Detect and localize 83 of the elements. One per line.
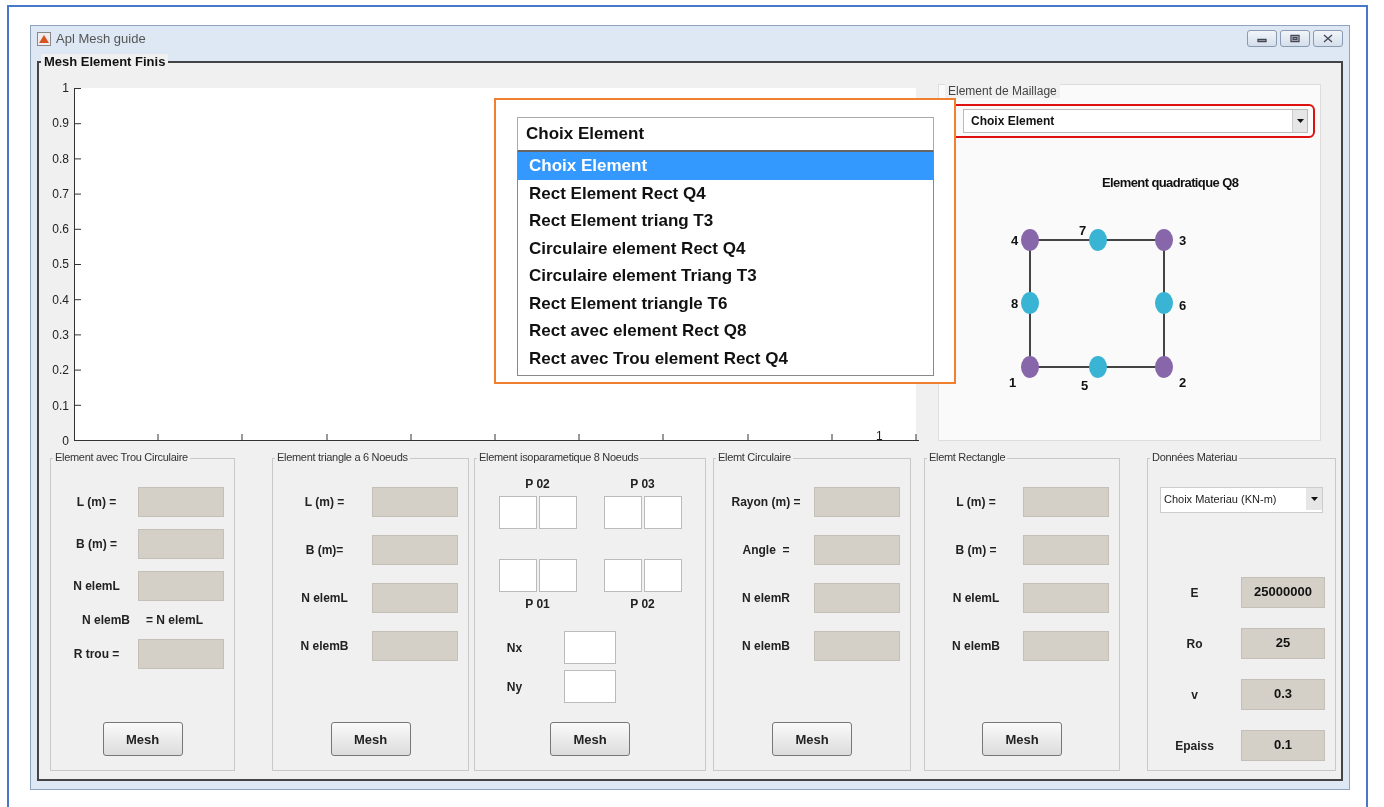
input-field[interactable]	[564, 631, 616, 664]
y-tick-label: 1	[61, 81, 69, 95]
mesh-button[interactable]: Mesh	[772, 722, 852, 756]
y-tick-label: 0.9	[51, 116, 69, 131]
field-label: N elemB	[741, 639, 791, 653]
field-label: N elemB	[81, 613, 130, 627]
point-label: P 02	[630, 597, 655, 611]
input-field[interactable]	[538, 559, 577, 592]
field-label: N elemB	[299, 639, 350, 653]
y-tick-label: 0.7	[51, 186, 69, 201]
app-icon	[37, 31, 51, 46]
field-label: B (m) =	[954, 543, 998, 557]
mesh-button[interactable]: Mesh	[550, 722, 630, 756]
window-title: Apl Mesh guide	[56, 31, 146, 46]
input-field[interactable]	[603, 496, 642, 529]
field-label: N elemB	[951, 639, 1001, 653]
y-tick-label: 0.2	[51, 363, 69, 378]
close-button[interactable]	[1313, 30, 1343, 47]
field-label: N elemL	[72, 579, 121, 593]
caret-icon	[1296, 119, 1304, 123]
y-tick-label: 0.8	[51, 151, 69, 166]
dropdown-option[interactable]: Circulaire element Rect Q4	[518, 234, 933, 262]
panel-title: Element triangle a 6 Noeuds	[275, 451, 410, 463]
panel-title: Elemt Rectangle	[927, 451, 1008, 463]
mesh-button[interactable]: Mesh	[330, 722, 411, 756]
field-label: Rayon (m) =	[730, 495, 802, 509]
y-tick-label: 0.3	[51, 328, 69, 343]
field-label: v	[1190, 687, 1199, 702]
point-label: P 02	[525, 477, 550, 491]
relation-text: = N elemL	[146, 613, 204, 627]
dropdown-option[interactable]: Circulaire element Triang T3	[518, 262, 933, 290]
field-label: Nx	[505, 640, 524, 655]
panel-title: Element de Maillage	[945, 84, 1060, 98]
minimize-button[interactable]	[1247, 30, 1277, 47]
input-field[interactable]	[538, 496, 577, 529]
y-tick-label: 0.5	[51, 257, 69, 272]
element-dropdown[interactable]: Choix Element	[963, 109, 1308, 133]
input-field[interactable]	[498, 559, 537, 592]
dropdown-option[interactable]: Rect Element Rect Q4	[518, 179, 933, 207]
field-label: R trou =	[72, 647, 121, 661]
mesh-button[interactable]: Mesh	[102, 722, 183, 756]
panel-title: Element avec Trou Circulaire	[53, 451, 190, 463]
diagram-title: Element quadratique Q8	[1102, 175, 1239, 190]
field-label: B (m)=	[304, 543, 345, 557]
input-field[interactable]	[603, 559, 642, 592]
input-field[interactable]	[498, 496, 537, 529]
mesh-button[interactable]: Mesh	[982, 722, 1062, 756]
panel-title: Element isoparametique 8 Noeuds	[477, 451, 641, 463]
close-icon	[1322, 34, 1334, 43]
element-diagram: 4 7 3 8 6 1 5 2	[1009, 223, 1187, 393]
maximize-button[interactable]	[1280, 30, 1310, 47]
field-label: L (m) =	[303, 495, 346, 509]
dropdown-option[interactable]: Rect avec element Rect Q8	[518, 317, 933, 345]
dropdown-option[interactable]: Rect Element triangle T6	[518, 289, 933, 317]
point-label: P 03	[630, 477, 655, 491]
y-tick-label: 0.1	[51, 398, 69, 413]
field-label: L (m) =	[955, 495, 997, 509]
input-field[interactable]	[564, 670, 616, 703]
x-tick-label: 1	[876, 429, 883, 443]
y-tick-label: 0.6	[51, 222, 69, 237]
input-field[interactable]	[643, 559, 682, 592]
input-field[interactable]	[643, 496, 682, 529]
y-tick-label: 0	[61, 433, 69, 448]
field-label: Epaiss	[1174, 738, 1215, 753]
material-dropdown[interactable]: Choix Materiau (KN-m)	[1160, 487, 1323, 513]
point-label: P 01	[525, 597, 550, 611]
field-label: N elemR	[741, 591, 791, 605]
field-label: B (m) =	[75, 537, 118, 551]
field-label: E	[1189, 585, 1200, 600]
maximize-icon	[1289, 34, 1301, 43]
dropdown-option[interactable]: Rect Element triang T3	[518, 207, 933, 235]
y-tick-label: 0.4	[51, 292, 69, 307]
dropdown-option[interactable]: Rect avec Trou element Rect Q4	[518, 344, 933, 372]
panel-title: Mesh Element Finis	[41, 54, 169, 69]
panel-title: Elemt Circulaire	[716, 451, 793, 463]
field-label: Ro	[1185, 636, 1204, 651]
field-label: Angle =	[741, 543, 791, 557]
panel-title: Données Materiau	[1150, 451, 1240, 463]
field-label: Ny	[505, 679, 524, 694]
field-label: N elemL	[300, 591, 349, 605]
field-label: L (m) =	[75, 495, 118, 509]
field-label: N elemL	[951, 591, 1001, 605]
caret-icon	[1310, 497, 1318, 501]
